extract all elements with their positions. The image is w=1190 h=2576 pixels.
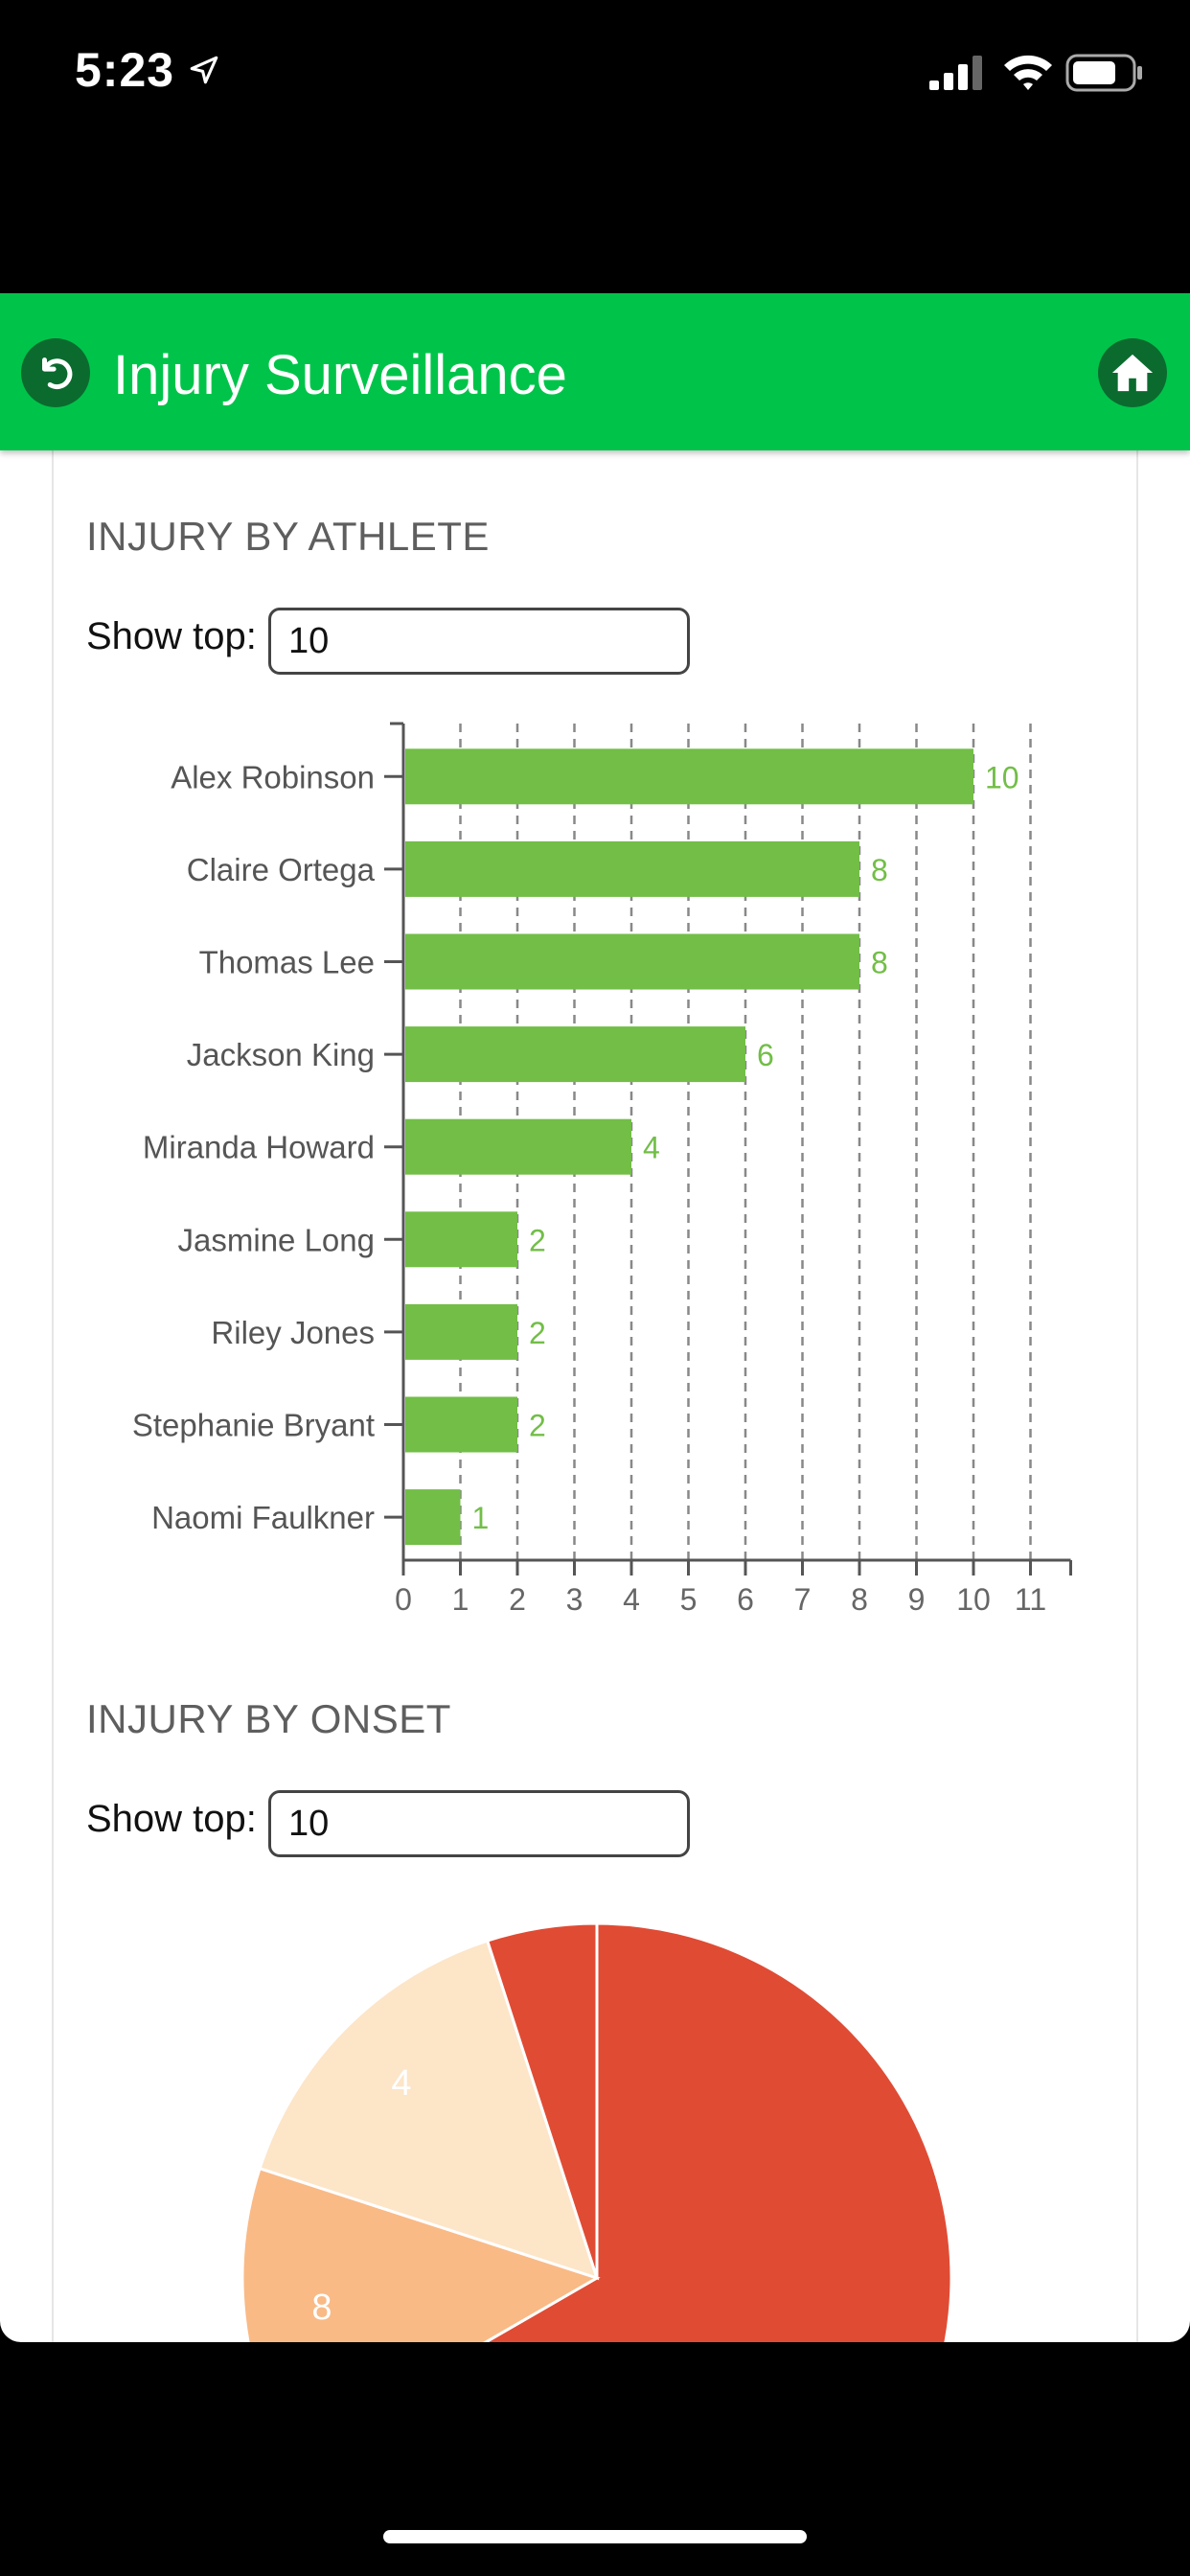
content-area[interactable]: INJURY BY ATHLETE Show top: 10 012345678… — [0, 450, 1190, 2342]
home-indicator[interactable] — [383, 2530, 807, 2543]
home-button[interactable] — [1098, 338, 1167, 407]
app-header: Injury Surveillance — [0, 293, 1190, 450]
battery-icon — [1065, 54, 1144, 97]
status-bar: 5:23 — [0, 0, 1190, 293]
cellular-signal-icon — [929, 56, 987, 95]
location-arrow-icon — [188, 54, 220, 91]
status-time: 5:23 — [75, 43, 175, 97]
page-title: Injury Surveillance — [113, 344, 567, 406]
wifi-icon — [1002, 52, 1054, 95]
back-button[interactable] — [21, 338, 90, 407]
back-arrow-icon — [42, 357, 73, 390]
home-icon — [1111, 354, 1154, 392]
pie-slice-label: 4 — [391, 2063, 411, 2104]
pie-slice-label: 8 — [311, 2288, 332, 2328]
injury-by-onset-chart: 84 — [240, 1921, 953, 2342]
